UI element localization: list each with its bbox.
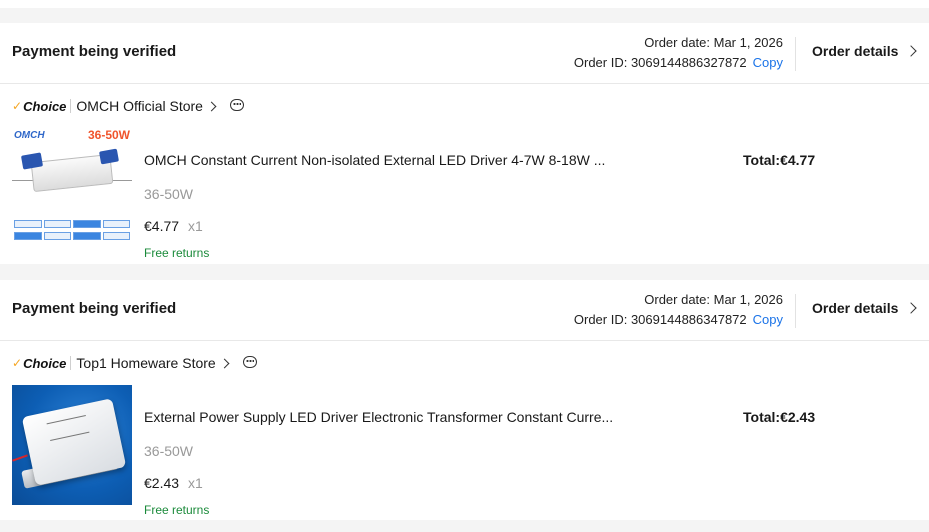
chat-bubble-icon[interactable]	[229, 99, 245, 113]
order-status: Payment being verified	[12, 43, 177, 60]
chevron-right-icon[interactable]	[219, 358, 230, 368]
store-row: ✓ Choice OMCH Official Store	[12, 96, 245, 116]
product-quantity: x1	[188, 218, 203, 234]
order-header: Payment being verified Order date: Mar 1…	[0, 23, 929, 84]
store-name-link[interactable]: OMCH Official Store	[76, 98, 203, 114]
product-image[interactable]: OMCH 36-50W	[12, 128, 132, 248]
chat-bubble-icon[interactable]	[242, 356, 258, 370]
header-divider	[795, 294, 796, 328]
order-meta: Order date: Mar 1, 2026 Order ID: 306914…	[574, 33, 783, 73]
copy-order-id-button[interactable]: Copy	[753, 312, 783, 327]
product-title-link[interactable]: OMCH Constant Current Non-isolated Exter…	[144, 152, 605, 168]
price-row: €4.77 x1	[144, 218, 203, 234]
order-details-link[interactable]: Order details	[812, 300, 918, 316]
copy-order-id-button[interactable]: Copy	[753, 55, 783, 70]
store-row: ✓ Choice Top1 Homeware Store	[12, 353, 258, 373]
order-total: Total:€4.77	[743, 152, 816, 168]
chevron-right-icon	[905, 45, 918, 57]
chevron-right-icon[interactable]	[206, 101, 217, 111]
order-id: Order ID: 3069144886327872	[573, 55, 747, 70]
check-icon: ✓	[12, 99, 23, 113]
product-price: €2.43	[144, 475, 180, 491]
order-meta: Order date: Mar 1, 2026 Order ID: 306914…	[574, 290, 783, 330]
order-details-label: Order details	[812, 43, 899, 59]
order-status: Payment being verified	[12, 300, 177, 317]
top-strip	[0, 0, 929, 8]
choice-badge: ✓ Choice	[12, 355, 72, 371]
order-id: Order ID: 3069144886347872	[573, 312, 747, 327]
product-variant: 36-50W	[144, 186, 194, 202]
order-date: Order date: Mar 1, 2026	[644, 35, 783, 50]
thumb-brand-text: OMCH	[14, 130, 45, 141]
order-details-link[interactable]: Order details	[812, 43, 918, 59]
order-total: Total:€2.43	[743, 409, 816, 425]
order-details-label: Order details	[812, 300, 899, 316]
product-variant: 36-50W	[144, 443, 194, 459]
order-card: Payment being verified Order date: Mar 1…	[0, 23, 929, 264]
thumb-watt-text: 36-50W	[87, 128, 130, 142]
product-price: €4.77	[144, 218, 180, 234]
header-divider	[795, 37, 796, 71]
product-title-link[interactable]: External Power Supply LED Driver Electro…	[144, 409, 613, 425]
choice-badge: ✓ Choice	[12, 98, 72, 114]
choice-label: Choice	[23, 355, 67, 371]
product-image[interactable]	[12, 385, 132, 505]
order-header: Payment being verified Order date: Mar 1…	[0, 280, 929, 341]
chevron-right-icon	[905, 302, 918, 314]
free-returns-label: Free returns	[144, 503, 210, 517]
order-id-row: Order ID: 3069144886347872 Copy	[574, 310, 783, 330]
check-icon: ✓	[12, 356, 23, 370]
choice-label: Choice	[23, 98, 67, 114]
store-name-link[interactable]: Top1 Homeware Store	[76, 355, 215, 371]
product-quantity: x1	[188, 475, 203, 491]
free-returns-label: Free returns	[144, 246, 210, 260]
order-id-row: Order ID: 3069144886327872 Copy	[574, 53, 783, 73]
order-card: Payment being verified Order date: Mar 1…	[0, 280, 929, 520]
order-date: Order date: Mar 1, 2026	[644, 292, 783, 307]
price-row: €2.43 x1	[144, 475, 203, 491]
